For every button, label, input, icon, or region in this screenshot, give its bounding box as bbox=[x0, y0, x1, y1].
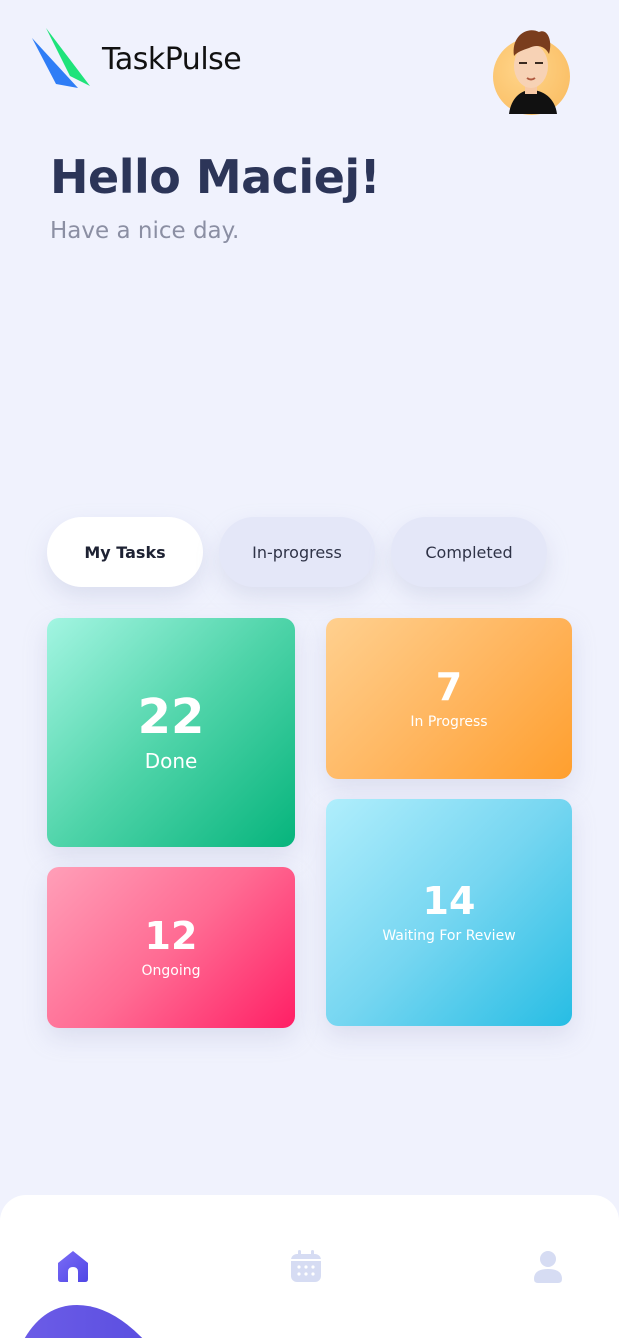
done-label: Done bbox=[144, 748, 198, 773]
task-tabs: My Tasks In-progress Completed bbox=[47, 517, 547, 587]
ongoing-count: 12 bbox=[144, 913, 198, 958]
ongoing-card[interactable]: 12 Ongoing bbox=[47, 867, 295, 1028]
active-indicator-blob bbox=[24, 1305, 143, 1338]
nav-calendar-button[interactable] bbox=[288, 1248, 324, 1284]
greeting-title: Hello Maciej! bbox=[50, 150, 381, 204]
app-logo-icon bbox=[32, 28, 90, 88]
nav-home-button[interactable] bbox=[55, 1248, 91, 1284]
review-label: Waiting For Review bbox=[382, 927, 516, 944]
tab-completed[interactable]: Completed bbox=[391, 517, 547, 587]
tab-my-tasks[interactable]: My Tasks bbox=[47, 517, 203, 587]
in-progress-card[interactable]: 7 In Progress bbox=[326, 618, 572, 779]
nav-profile-button[interactable] bbox=[530, 1248, 566, 1284]
bottom-nav bbox=[0, 1195, 619, 1338]
done-count: 22 bbox=[137, 688, 205, 745]
avatar-person-icon bbox=[509, 30, 557, 114]
app-name: TaskPulse bbox=[102, 41, 242, 77]
in-progress-count: 7 bbox=[435, 664, 463, 709]
done-card[interactable]: 22 Done bbox=[47, 618, 295, 847]
review-count: 14 bbox=[422, 878, 476, 923]
in-progress-label: In Progress bbox=[410, 713, 488, 730]
calendar-icon bbox=[291, 1250, 321, 1282]
profile-icon bbox=[534, 1251, 562, 1283]
home-icon bbox=[58, 1251, 88, 1282]
ongoing-label: Ongoing bbox=[141, 962, 201, 979]
review-card[interactable]: 14 Waiting For Review bbox=[326, 799, 572, 1026]
tab-in-progress[interactable]: In-progress bbox=[219, 517, 375, 587]
greeting-subtitle: Have a nice day. bbox=[50, 218, 240, 244]
app-header: TaskPulse bbox=[32, 28, 242, 90]
avatar[interactable] bbox=[493, 30, 570, 115]
